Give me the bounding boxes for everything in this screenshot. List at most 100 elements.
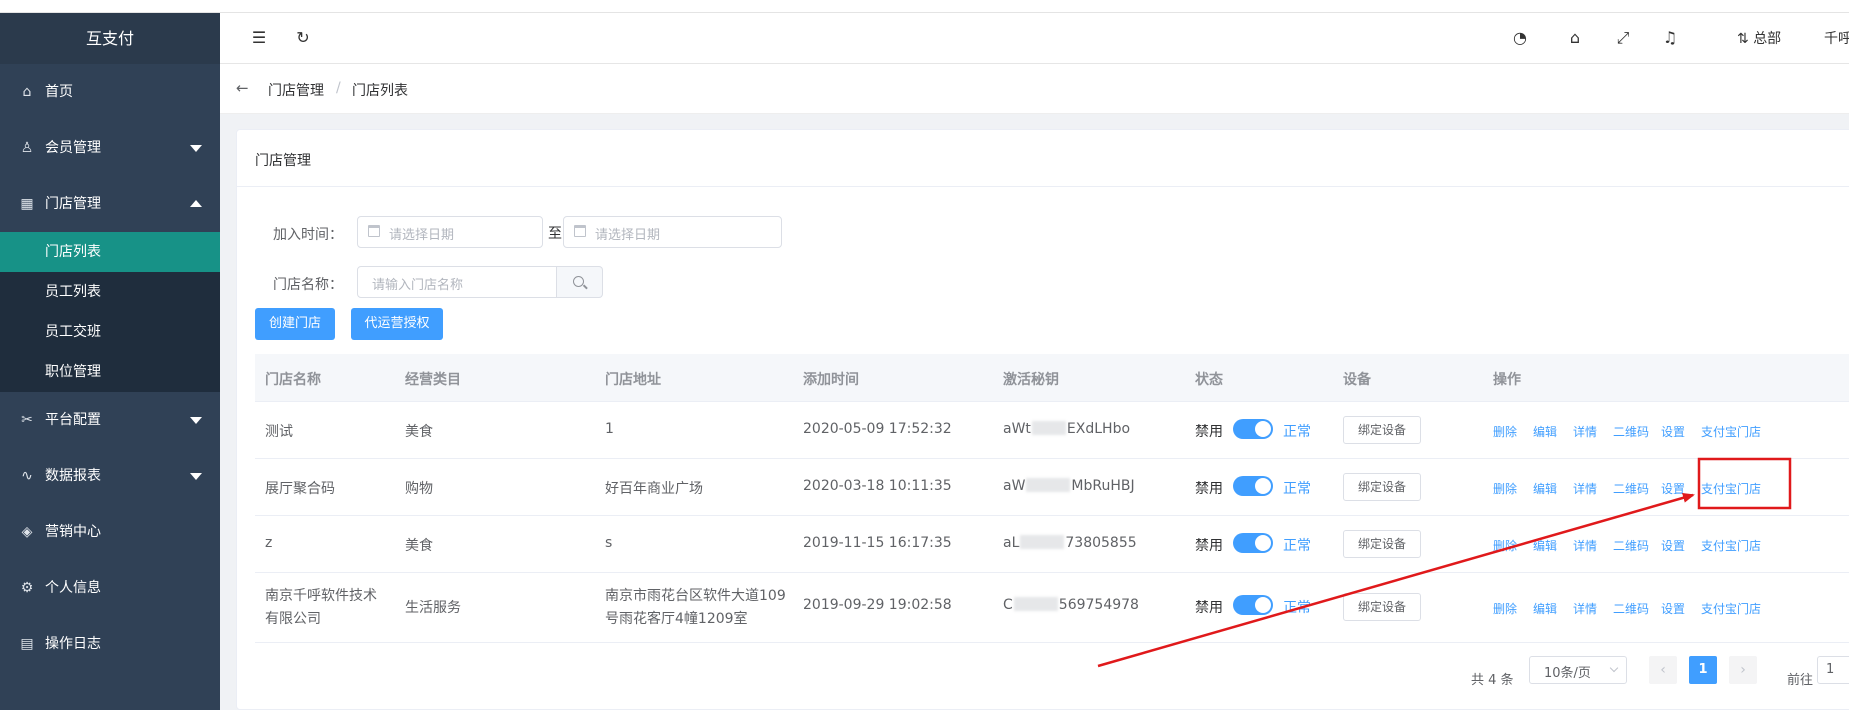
alipay-store-link[interactable]: 支付宝门店	[1701, 537, 1761, 554]
detail-link[interactable]: 详情	[1573, 423, 1597, 440]
bind-device-button[interactable]: 绑定设备	[1343, 593, 1422, 621]
bind-device-button[interactable]: 绑定设备	[1343, 530, 1422, 558]
settings-link[interactable]: 设置	[1661, 423, 1685, 440]
submenu-item-positions[interactable]: 职位管理	[0, 352, 220, 392]
cell-activation-key: C 569754978	[1003, 597, 1139, 613]
sidebar-item-profile[interactable]: ⚙ 个人信息	[0, 560, 220, 616]
sidebar-item-label: 营销中心	[45, 524, 101, 540]
back-arrow-icon[interactable]: ←	[236, 79, 249, 97]
cell-address: 1	[605, 421, 614, 437]
sidebar-item-members[interactable]: ♙ 会员管理	[0, 120, 220, 176]
col-activation-key: 激活秘钥	[1003, 372, 1059, 388]
org-switch[interactable]: ⇅ 总部	[1737, 28, 1781, 48]
status-toggle[interactable]	[1233, 595, 1273, 615]
sidebar-item-logs[interactable]: ▤ 操作日志	[0, 616, 220, 672]
caret-down-icon	[190, 145, 202, 152]
delete-link[interactable]: 删除	[1493, 600, 1517, 617]
delete-link[interactable]: 删除	[1493, 423, 1517, 440]
breadcrumb-current: 门店列表	[352, 83, 408, 99]
key-start: aW	[1003, 478, 1026, 494]
store-name-placeholder: 请输入门店名称	[372, 278, 464, 293]
caret-up-icon	[190, 200, 202, 207]
key-end: MbRuHBJ	[1071, 478, 1135, 494]
status-toggle[interactable]	[1233, 419, 1273, 439]
detail-link[interactable]: 详情	[1573, 600, 1597, 617]
sidebar-item-label: 个人信息	[45, 580, 101, 596]
menu-fold-icon[interactable]: ☰	[248, 27, 270, 49]
page-number-current[interactable]: 1	[1689, 656, 1717, 684]
bind-device-button[interactable]: 绑定设备	[1343, 416, 1422, 444]
submenu-item-store-list[interactable]: 门店列表	[0, 232, 220, 272]
status-normal-label: 正常	[1283, 481, 1311, 497]
breadcrumb-parent[interactable]: 门店管理	[268, 80, 324, 100]
sidebar-item-marketing[interactable]: ◈ 营销中心	[0, 504, 220, 560]
alipay-store-link[interactable]: 支付宝门店	[1701, 423, 1761, 440]
palette-icon[interactable]: ◔	[1509, 27, 1531, 49]
date-range-separator: 至	[548, 226, 562, 242]
cell-add-time: 2020-03-18 10:11:35	[803, 478, 952, 494]
edit-link[interactable]: 编辑	[1533, 423, 1557, 440]
alipay-store-link[interactable]: 支付宝门店	[1701, 600, 1761, 617]
edit-link[interactable]: 编辑	[1533, 600, 1557, 617]
table-row: z 美食 s 2019-11-15 16:17:35 aL 73805855 禁用…	[255, 516, 1849, 573]
cell-category: 美食	[405, 538, 433, 554]
col-actions: 操作	[1493, 372, 1521, 388]
status-disabled-label: 禁用	[1195, 600, 1223, 616]
next-page-button[interactable]: ›	[1729, 656, 1757, 684]
qrcode-link[interactable]: 二维码	[1613, 423, 1649, 440]
sidebar-item-platform-config[interactable]: ✂ 平台配置	[0, 392, 220, 448]
toggle-knob	[1255, 421, 1271, 437]
bell-icon[interactable]: ♫	[1659, 27, 1681, 49]
cell-store-name: 测试	[265, 424, 293, 440]
end-date-input[interactable]: 请选择日期	[563, 216, 782, 248]
sidebar-item-reports[interactable]: ∿ 数据报表	[0, 448, 220, 504]
search-button[interactable]	[557, 266, 603, 298]
settings-link[interactable]: 设置	[1661, 537, 1685, 554]
sidebar-item-stores[interactable]: ▦ 门店管理	[0, 176, 220, 232]
redacted-mask	[1013, 597, 1058, 611]
detail-link[interactable]: 详情	[1573, 537, 1597, 554]
tag-icon[interactable]: ⌂	[1564, 27, 1586, 49]
qrcode-link[interactable]: 二维码	[1613, 480, 1649, 497]
settings-link[interactable]: 设置	[1661, 600, 1685, 617]
qrcode-link[interactable]: 二维码	[1613, 537, 1649, 554]
home-icon: ⌂	[22, 84, 32, 100]
status-normal-label: 正常	[1283, 538, 1311, 554]
cell-activation-key: aWt EXdLHbo	[1003, 421, 1130, 437]
end-date-placeholder: 请选择日期	[595, 228, 661, 243]
sidebar-item-home[interactable]: ⌂ 首页	[0, 64, 220, 120]
status-toggle[interactable]	[1233, 533, 1273, 553]
table-row: 测试 美食 1 2020-05-09 17:52:32 aWt EXdLHbo 禁…	[255, 402, 1849, 459]
edit-link[interactable]: 编辑	[1533, 480, 1557, 497]
page-size-select[interactable]: 10条/页	[1529, 656, 1627, 684]
settings-link[interactable]: 设置	[1661, 480, 1685, 497]
qrcode-link[interactable]: 二维码	[1613, 600, 1649, 617]
submenu-item-staff-shift[interactable]: 员工交班	[0, 312, 220, 352]
bind-device-button[interactable]: 绑定设备	[1343, 473, 1422, 501]
status-disabled-label: 禁用	[1195, 424, 1223, 440]
delete-link[interactable]: 删除	[1493, 537, 1517, 554]
submenu-item-staff-list[interactable]: 员工列表	[0, 272, 220, 312]
toggle-knob	[1255, 535, 1271, 551]
start-date-input[interactable]: 请选择日期	[357, 216, 543, 248]
user-menu[interactable]: 千呼	[1824, 28, 1849, 48]
calendar-icon	[574, 225, 586, 237]
fullscreen-icon[interactable]: ⤢	[1612, 27, 1634, 49]
edit-link[interactable]: 编辑	[1533, 537, 1557, 554]
detail-link[interactable]: 详情	[1573, 480, 1597, 497]
pagination-total: 共 4 条	[1471, 673, 1514, 688]
goto-page-input[interactable]: 1	[1817, 656, 1849, 684]
chevron-down-icon	[1609, 663, 1619, 673]
col-address: 门店地址	[605, 372, 661, 388]
sidebar-item-label: 门店管理	[45, 196, 101, 212]
delete-link[interactable]: 删除	[1493, 480, 1517, 497]
gear-icon: ⚙	[20, 580, 34, 596]
refresh-icon[interactable]: ↻	[292, 27, 314, 49]
operation-authorize-button[interactable]: 代运营授权	[351, 308, 443, 340]
prev-page-button[interactable]: ‹	[1649, 656, 1677, 684]
create-store-button[interactable]: 创建门店	[255, 308, 335, 340]
store-name-input[interactable]: 请输入门店名称	[357, 266, 557, 298]
sidebar-item-label: 平台配置	[45, 412, 101, 428]
status-toggle[interactable]	[1233, 476, 1273, 496]
alipay-store-link[interactable]: 支付宝门店	[1701, 480, 1761, 497]
